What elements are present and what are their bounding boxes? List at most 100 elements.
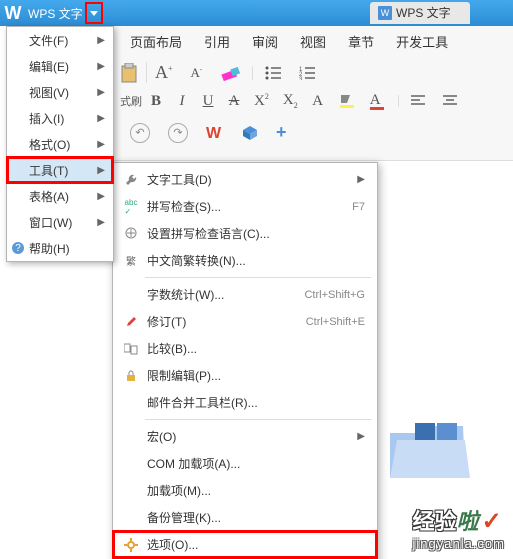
main-menu-dropdown: 文件(F)▶ 编辑(E)▶ 视图(V)▶ 插入(I)▶ 格式(O)▶ 工具(T)… xyxy=(6,26,114,262)
font-color-button[interactable]: A xyxy=(370,92,384,110)
submenu-word-count[interactable]: 字数统计(W)...Ctrl+Shift+G xyxy=(113,281,377,308)
superscript-button[interactable]: X2 xyxy=(254,92,269,110)
submenu-addins[interactable]: 加载项(M)... xyxy=(113,477,377,504)
lock-icon xyxy=(121,369,141,382)
chevron-right-icon: ▶ xyxy=(357,174,365,185)
italic-button[interactable]: I xyxy=(176,93,188,110)
compare-icon xyxy=(121,343,141,355)
ribbon-row-2: 式刷 B I U A X2 X2 A A xyxy=(120,92,457,110)
tab-references[interactable]: 引用 xyxy=(204,32,230,51)
submenu-spellcheck-lang[interactable]: 设置拼写检查语言(C)... xyxy=(113,220,377,247)
app-title: WPS 文字 xyxy=(26,5,83,22)
tab-developer[interactable]: 开发工具 xyxy=(396,32,448,51)
align-center-icon xyxy=(443,95,457,107)
highlight-color-button[interactable] xyxy=(338,93,356,109)
align-center-button[interactable] xyxy=(443,95,457,107)
watermark-la: 啦 xyxy=(457,509,479,534)
paste-button[interactable] xyxy=(120,63,140,83)
submenu-com-addins[interactable]: COM 加载项(A)... xyxy=(113,450,377,477)
clear-format-button[interactable] xyxy=(220,64,242,82)
app-menu-dropdown-button[interactable] xyxy=(85,2,103,24)
font-shrink-button[interactable]: A- xyxy=(191,65,203,81)
number-list-button[interactable]: 123 xyxy=(299,66,315,80)
menu-tools[interactable]: 工具(T)▶ xyxy=(7,157,113,183)
document-icon: W xyxy=(378,6,392,20)
convert-icon: 繁 xyxy=(121,253,141,268)
chevron-right-icon: ▶ xyxy=(357,431,365,442)
chevron-right-icon: ▶ xyxy=(97,191,105,202)
folder-preview xyxy=(385,418,475,488)
lang-icon xyxy=(121,227,141,240)
svg-text:3: 3 xyxy=(299,77,303,80)
menu-insert[interactable]: 插入(I)▶ xyxy=(7,105,113,131)
change-case-button[interactable]: A xyxy=(312,93,324,110)
chevron-right-icon: ▶ xyxy=(97,113,105,124)
submenu-revisions[interactable]: 修订(T)Ctrl+Shift+E xyxy=(113,308,377,335)
chevron-right-icon: ▶ xyxy=(97,217,105,228)
menu-view[interactable]: 视图(V)▶ xyxy=(7,79,113,105)
menu-help[interactable]: ?帮助(H) xyxy=(7,235,113,261)
wrench-icon xyxy=(121,173,141,187)
submenu-backup[interactable]: 备份管理(K)... xyxy=(113,504,377,531)
folder-icon xyxy=(385,418,475,488)
chevron-down-icon xyxy=(90,11,98,16)
undo-button[interactable]: ↶ xyxy=(130,123,150,143)
format-painter-label[interactable]: 式刷 xyxy=(120,93,142,109)
bullets-icon xyxy=(265,66,281,80)
align-left-icon xyxy=(411,95,425,107)
add-button[interactable]: + xyxy=(276,122,287,143)
subscript-button[interactable]: X2 xyxy=(283,92,298,110)
submenu-compare[interactable]: 比较(B)... xyxy=(113,335,377,362)
menu-format[interactable]: 格式(O)▶ xyxy=(7,131,113,157)
tab-review[interactable]: 审阅 xyxy=(252,32,278,51)
submenu-spellcheck[interactable]: abc✓ 拼写检查(S)...F7 xyxy=(113,193,377,220)
submenu-macro[interactable]: 宏(O)▶ xyxy=(113,423,377,450)
chevron-right-icon: ▶ xyxy=(97,87,105,98)
w-red-icon: W xyxy=(206,125,224,141)
font-grow-button[interactable]: A+ xyxy=(155,62,173,83)
menu-edit[interactable]: 编辑(E)▶ xyxy=(7,53,113,79)
submenu-restrict-edit[interactable]: 限制编辑(P)... xyxy=(113,362,377,389)
chevron-right-icon: ▶ xyxy=(97,61,105,72)
document-tab[interactable]: W WPS 文字 xyxy=(378,4,451,21)
redo-button[interactable]: ↷ xyxy=(168,123,188,143)
submenu-chinese-convert[interactable]: 繁 中文简繁转换(N)... xyxy=(113,247,377,274)
help-icon: ? xyxy=(12,242,24,254)
wps-cloud-button[interactable]: W xyxy=(206,125,224,141)
pen-icon xyxy=(121,315,141,328)
menu-separator xyxy=(145,419,371,420)
submenu-options[interactable]: 选项(O)... xyxy=(113,531,377,558)
menu-table[interactable]: 表格(A)▶ xyxy=(7,183,113,209)
wps-logo-icon: W xyxy=(0,0,26,26)
strikethrough-button[interactable]: A xyxy=(228,93,240,110)
ribbon-row-1: A+ A- 123 xyxy=(120,62,315,83)
numbering-icon: 123 xyxy=(299,66,315,80)
menu-window[interactable]: 窗口(W)▶ xyxy=(7,209,113,235)
chevron-right-icon: ▶ xyxy=(97,35,105,46)
bullet-list-button[interactable] xyxy=(265,66,281,80)
check-icon: ✓ xyxy=(482,508,502,535)
menu-separator xyxy=(145,277,371,278)
tab-chapters[interactable]: 章节 xyxy=(348,32,374,51)
chevron-right-icon: ▶ xyxy=(97,139,105,150)
highlighter-icon xyxy=(338,93,356,109)
tab-view[interactable]: 视图 xyxy=(300,32,326,51)
submenu-mail-merge[interactable]: 邮件合并工具栏(R)... xyxy=(113,389,377,416)
submenu-text-tools[interactable]: 文字工具(D)▶ xyxy=(113,166,377,193)
cube-button[interactable] xyxy=(242,125,258,141)
tab-page-layout[interactable]: 页面布局 xyxy=(130,32,182,51)
clipboard-icon xyxy=(120,63,138,83)
watermark-brand: 经验 xyxy=(413,504,457,536)
quick-access-row: ↶ ↷ W + xyxy=(130,122,287,143)
document-tab-label: WPS 文字 xyxy=(396,4,451,21)
menu-file[interactable]: 文件(F)▶ xyxy=(7,27,113,53)
watermark: 经验啦 ✓ jingyanla.com xyxy=(413,504,506,551)
underline-button[interactable]: U xyxy=(202,93,214,110)
chevron-right-icon: ▶ xyxy=(97,165,105,176)
cube-icon xyxy=(242,125,258,141)
align-left-button[interactable] xyxy=(411,95,425,107)
tools-submenu: 文字工具(D)▶ abc✓ 拼写检查(S)...F7 设置拼写检查语言(C)..… xyxy=(112,162,378,559)
bold-button[interactable]: B xyxy=(150,93,162,110)
gear-icon xyxy=(121,538,141,552)
eraser-icon xyxy=(220,64,242,82)
